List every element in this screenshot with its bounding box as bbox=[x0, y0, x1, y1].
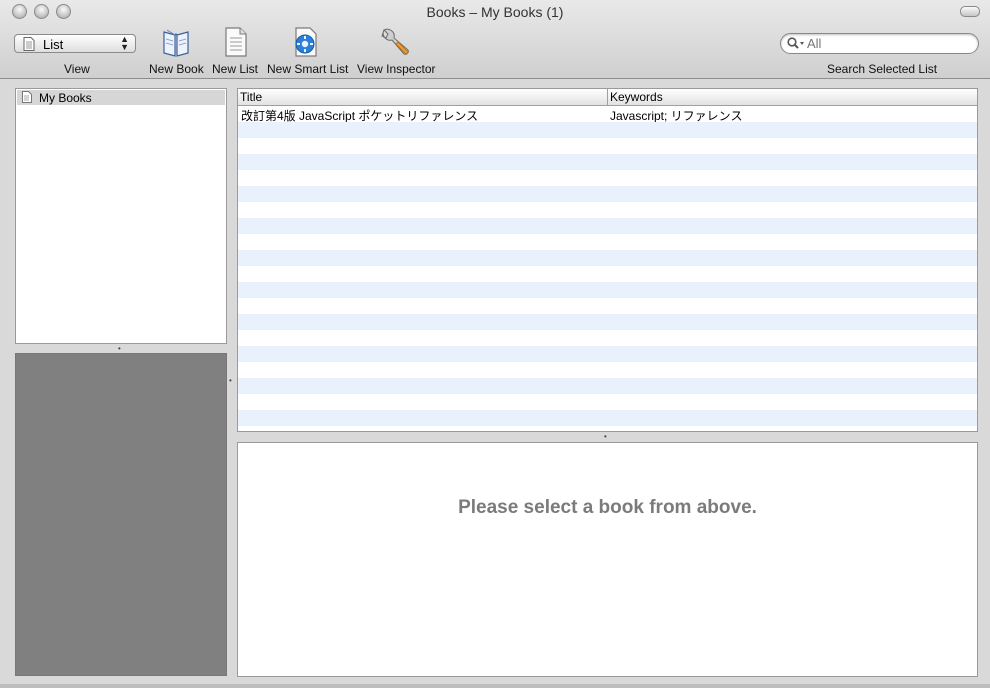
table-row[interactable] bbox=[238, 122, 977, 138]
view-popup-value: List bbox=[43, 37, 64, 52]
window-bottom-edge bbox=[0, 684, 990, 688]
new-list-label[interactable]: New List bbox=[212, 62, 258, 76]
view-popup-button[interactable]: List ▲ ▼ bbox=[14, 34, 136, 53]
column-header-title[interactable]: Title bbox=[240, 90, 262, 104]
table-row[interactable] bbox=[238, 298, 977, 314]
window-title: Books – My Books (1) bbox=[426, 4, 564, 20]
table-row[interactable] bbox=[238, 250, 977, 266]
table-body: 改訂第4版 JavaScript ポケットリファレンス Javascript; リ… bbox=[238, 106, 977, 426]
new-book-icon[interactable] bbox=[160, 26, 192, 58]
table-row[interactable] bbox=[238, 346, 977, 362]
search-label: Search Selected List bbox=[827, 62, 938, 76]
table-row[interactable] bbox=[238, 266, 977, 282]
table-header: Title Keywords bbox=[238, 89, 977, 106]
table-row[interactable]: 改訂第4版 JavaScript ポケットリファレンス Javascript; リ… bbox=[238, 106, 977, 123]
books-window: Books – My Books (1) List ▲ ▼ View New Bo… bbox=[0, 0, 990, 688]
table-row[interactable] bbox=[238, 330, 977, 346]
view-inspector-label[interactable]: View Inspector bbox=[357, 62, 436, 76]
source-list[interactable]: My Books bbox=[15, 88, 227, 344]
column-divider[interactable] bbox=[607, 89, 608, 105]
search-field[interactable] bbox=[780, 33, 979, 54]
table-row[interactable] bbox=[238, 362, 977, 378]
wrench-icon[interactable] bbox=[378, 26, 412, 60]
new-smart-list-icon[interactable] bbox=[290, 26, 322, 58]
table-row[interactable] bbox=[238, 234, 977, 250]
splitter-handle-left[interactable]: • bbox=[118, 344, 121, 353]
column-header-keywords[interactable]: Keywords bbox=[610, 90, 663, 104]
table-row[interactable] bbox=[238, 154, 977, 170]
sidebar-item-my-books[interactable]: My Books bbox=[17, 90, 225, 105]
popup-arrows-icon: ▲ ▼ bbox=[120, 34, 129, 52]
books-table[interactable]: Title Keywords 改訂第4版 JavaScript ポケットリファレ… bbox=[237, 88, 978, 432]
sidebar-item-label: My Books bbox=[39, 91, 92, 105]
table-row[interactable] bbox=[238, 186, 977, 202]
new-list-icon[interactable] bbox=[222, 26, 250, 58]
toolbar-toggle-button[interactable] bbox=[960, 6, 980, 17]
cover-preview-pane bbox=[15, 353, 227, 676]
search-input[interactable] bbox=[807, 35, 967, 51]
table-row[interactable] bbox=[238, 378, 977, 394]
table-row[interactable] bbox=[238, 218, 977, 234]
splitter-handle-right[interactable]: • bbox=[604, 432, 607, 441]
toolbar: Books – My Books (1) List ▲ ▼ View New Bo… bbox=[0, 0, 990, 79]
table-row[interactable] bbox=[238, 394, 977, 410]
table-row[interactable] bbox=[238, 170, 977, 186]
table-row[interactable] bbox=[238, 202, 977, 218]
detail-pane: Please select a book from above. bbox=[237, 442, 978, 677]
view-label: View bbox=[64, 62, 90, 76]
table-row[interactable] bbox=[238, 410, 977, 426]
empty-state-message: Please select a book from above. bbox=[458, 497, 757, 518]
new-book-label[interactable]: New Book bbox=[149, 62, 204, 76]
table-row[interactable] bbox=[238, 138, 977, 154]
new-smart-list-label[interactable]: New Smart List bbox=[267, 62, 348, 76]
search-icon[interactable] bbox=[787, 37, 805, 50]
table-row[interactable] bbox=[238, 282, 977, 298]
list-document-icon bbox=[23, 37, 35, 51]
table-row[interactable] bbox=[238, 314, 977, 330]
splitter-handle-vertical[interactable]: • bbox=[229, 376, 232, 385]
list-document-icon bbox=[22, 91, 32, 103]
